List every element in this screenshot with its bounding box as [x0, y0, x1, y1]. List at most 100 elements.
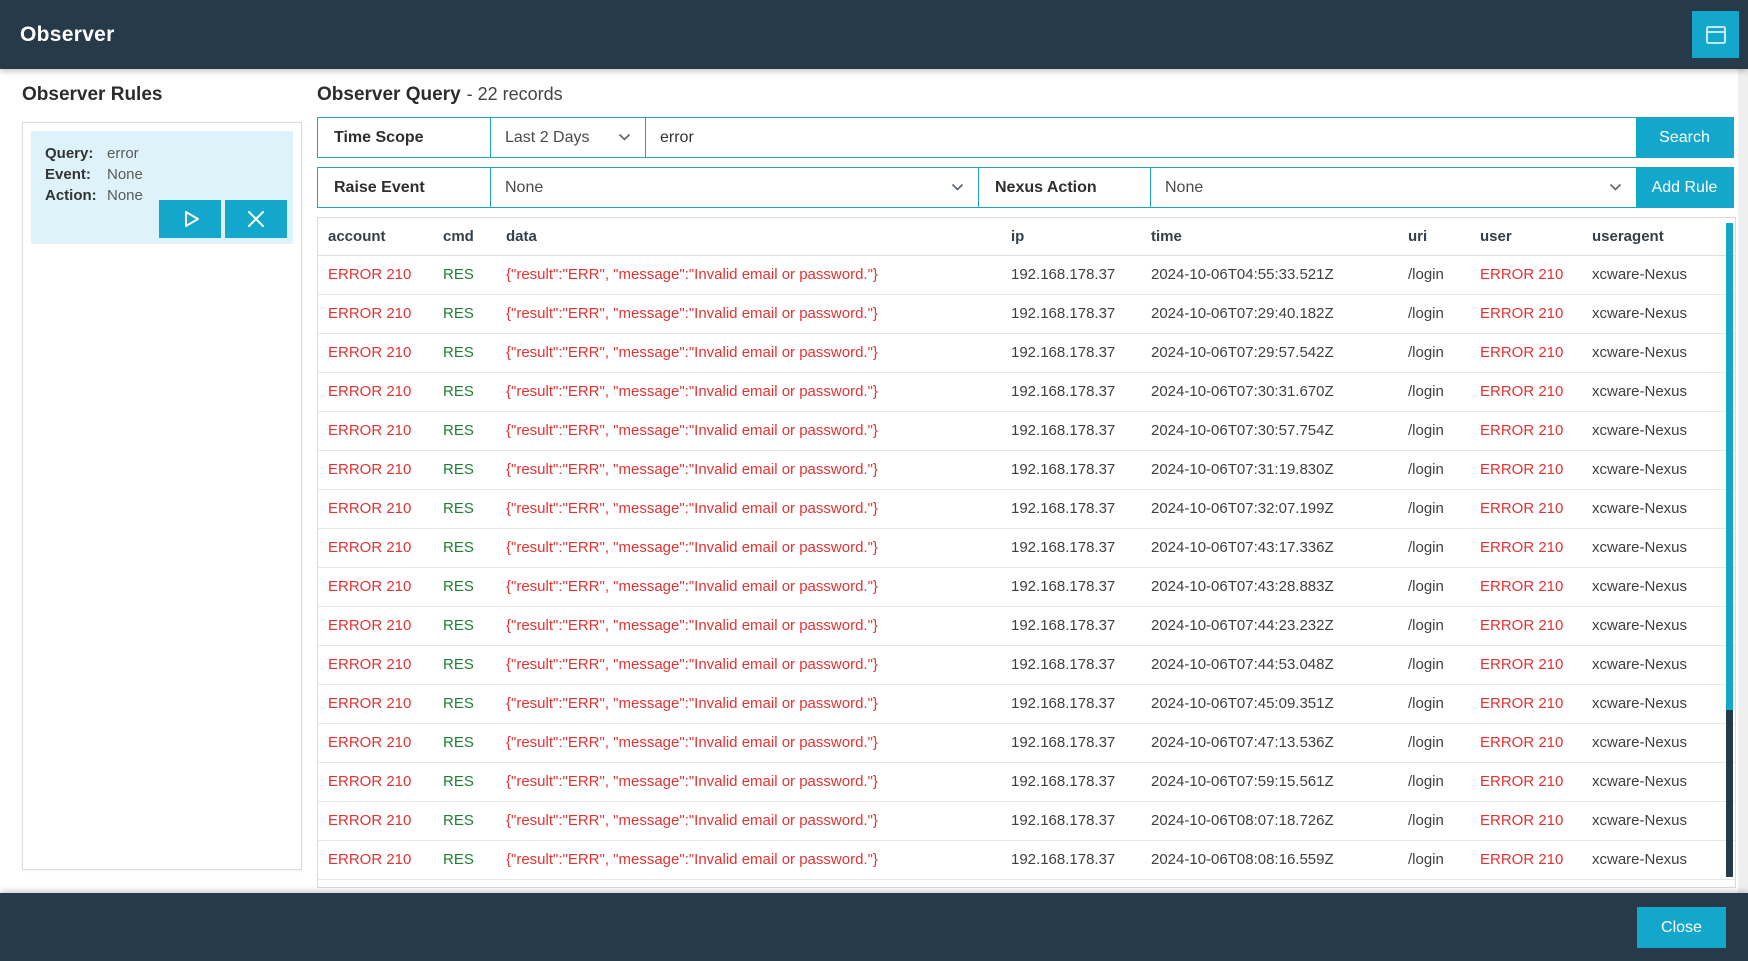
col-header-cmd: cmd [443, 218, 506, 255]
cell-user: ERROR 210 [1480, 490, 1592, 528]
cell-data: {"result":"ERR", "message":"Invalid emai… [506, 763, 1011, 801]
cell-uri: /login [1408, 568, 1480, 606]
cell-cmd: RES [443, 724, 506, 762]
table-row: ERROR 210 RES {"result":"ERR", "message"… [318, 490, 1735, 529]
col-header-time: time [1151, 218, 1408, 255]
table-row: ERROR 210 RES {"result":"ERR", "message"… [318, 529, 1735, 568]
observer-app: Observer Observer Rules Query: error Eve… [0, 0, 1748, 961]
time-scope-label: Time Scope [318, 118, 491, 157]
nexus-action-label: Nexus Action [979, 168, 1151, 207]
table-scrollbar[interactable] [1726, 223, 1733, 877]
window-toggle-button[interactable] [1692, 11, 1739, 58]
cell-cmd: RES [443, 685, 506, 723]
cell-useragent: xcware-Nexus [1592, 685, 1735, 723]
cell-ip: 192.168.178.37 [1011, 529, 1151, 567]
cell-useragent: xcware-Nexus [1592, 295, 1735, 333]
cell-useragent: xcware-Nexus [1592, 802, 1735, 840]
cell-data: {"result":"ERR", "message":"Invalid emai… [506, 490, 1011, 528]
raise-event-select[interactable]: None [491, 168, 979, 207]
col-header-user: user [1480, 218, 1592, 255]
cell-time: 2024-10-06T07:47:13.536Z [1151, 724, 1408, 762]
cell-data: {"result":"ERR", "message":"Invalid emai… [506, 568, 1011, 606]
table-row: ERROR 210 RES {"result":"ERR", "message"… [318, 295, 1735, 334]
run-rule-button[interactable] [159, 200, 221, 238]
cell-ip: 192.168.178.37 [1011, 412, 1151, 450]
cell-useragent: xcware-Nexus [1592, 880, 1735, 888]
cell-useragent: xcware-Nexus [1592, 451, 1735, 489]
cell-account: ERROR 210 [328, 646, 443, 684]
cell-time: 2024-10-06T07:43:28.883Z [1151, 568, 1408, 606]
cell-useragent: xcware-Nexus [1592, 529, 1735, 567]
time-scope-value: Last 2 Days [505, 129, 589, 147]
cell-cmd: RES [443, 841, 506, 879]
cell-useragent: xcware-Nexus [1592, 334, 1735, 372]
cell-user: ERROR 210 [1480, 256, 1592, 294]
cell-cmd: RES [443, 490, 506, 528]
cell-uri: /login [1408, 529, 1480, 567]
cell-data: {"result":"ERR", "message":"Invalid emai… [506, 529, 1011, 567]
scrollbar-track[interactable] [1726, 710, 1733, 877]
close-button[interactable]: Close [1637, 907, 1726, 948]
cell-cmd: RES [443, 607, 506, 645]
time-scope-select[interactable]: Last 2 Days [491, 118, 646, 157]
app-header: Observer [0, 0, 1748, 69]
search-button[interactable]: Search [1636, 118, 1733, 157]
chevron-down-icon [1609, 183, 1622, 192]
add-rule-button[interactable]: Add Rule [1636, 168, 1733, 207]
cell-user: ERROR 210 [1480, 880, 1592, 888]
rule-event-label: Event: [45, 164, 107, 185]
cell-account: ERROR 210 [328, 607, 443, 645]
cell-uri: /login [1408, 724, 1480, 762]
rule-card-actions [159, 200, 287, 238]
cell-useragent: xcware-Nexus [1592, 724, 1735, 762]
cell-useragent: xcware-Nexus [1592, 646, 1735, 684]
cell-uri: /login [1408, 373, 1480, 411]
cell-account: ERROR 210 [328, 451, 443, 489]
table-header: account cmd data ip time uri user userag… [318, 218, 1735, 256]
nexus-action-select[interactable]: None [1151, 168, 1636, 207]
cell-uri: /login [1408, 802, 1480, 840]
cell-user: ERROR 210 [1480, 646, 1592, 684]
table-row: ERROR 210 RES {"result":"ERR", "message"… [318, 646, 1735, 685]
cell-time: 2024-10-06T07:29:40.182Z [1151, 295, 1408, 333]
query-panel-title: Observer Query - 22 records [317, 84, 563, 106]
cell-data: {"result":"ERR", "message":"Invalid emai… [506, 607, 1011, 645]
cell-useragent: xcware-Nexus [1592, 841, 1735, 879]
cell-uri: /login [1408, 607, 1480, 645]
cell-account: ERROR 210 [328, 724, 443, 762]
cell-ip: 192.168.178.37 [1011, 646, 1151, 684]
cell-ip: 192.168.178.37 [1011, 568, 1151, 606]
rules-panel-title: Observer Rules [22, 84, 162, 106]
page-scrollbar[interactable] [1738, 69, 1748, 893]
cell-data: {"result":"ERR", "message":"Invalid emai… [506, 880, 1011, 888]
rule-builder-bar: Raise Event None Nexus Action None Add R… [317, 167, 1734, 208]
cell-user: ERROR 210 [1480, 763, 1592, 801]
cell-user: ERROR 210 [1480, 685, 1592, 723]
cell-uri: /login [1408, 763, 1480, 801]
rule-query-row: Query: error [45, 143, 293, 164]
chevron-down-icon [951, 183, 964, 192]
records-count: - 22 records [467, 84, 563, 104]
query-title-text: Observer Query [317, 84, 461, 105]
table-row: ERROR 210 RES {"result":"ERR", "message"… [318, 607, 1735, 646]
raise-event-value: None [505, 179, 543, 197]
window-icon [1703, 22, 1729, 48]
cell-user: ERROR 210 [1480, 451, 1592, 489]
search-input[interactable] [646, 118, 1636, 157]
cell-time: 2024-10-06T07:44:23.232Z [1151, 607, 1408, 645]
table-row: ERROR 210 RES {"result":"ERR", "message"… [318, 880, 1735, 888]
scrollbar-thumb[interactable] [1726, 223, 1733, 710]
cell-ip: 192.168.178.37 [1011, 373, 1151, 411]
cell-data: {"result":"ERR", "message":"Invalid emai… [506, 802, 1011, 840]
cell-useragent: xcware-Nexus [1592, 763, 1735, 801]
play-icon [177, 206, 203, 232]
cell-ip: 192.168.178.37 [1011, 451, 1151, 489]
cell-account: ERROR 210 [328, 802, 443, 840]
cell-ip: 192.168.178.37 [1011, 490, 1151, 528]
table-row: ERROR 210 RES {"result":"ERR", "message"… [318, 334, 1735, 373]
cell-account: ERROR 210 [328, 490, 443, 528]
delete-rule-button[interactable] [225, 200, 287, 238]
cell-account: ERROR 210 [328, 373, 443, 411]
cell-data: {"result":"ERR", "message":"Invalid emai… [506, 724, 1011, 762]
table-body: ERROR 210 RES {"result":"ERR", "message"… [318, 256, 1735, 888]
